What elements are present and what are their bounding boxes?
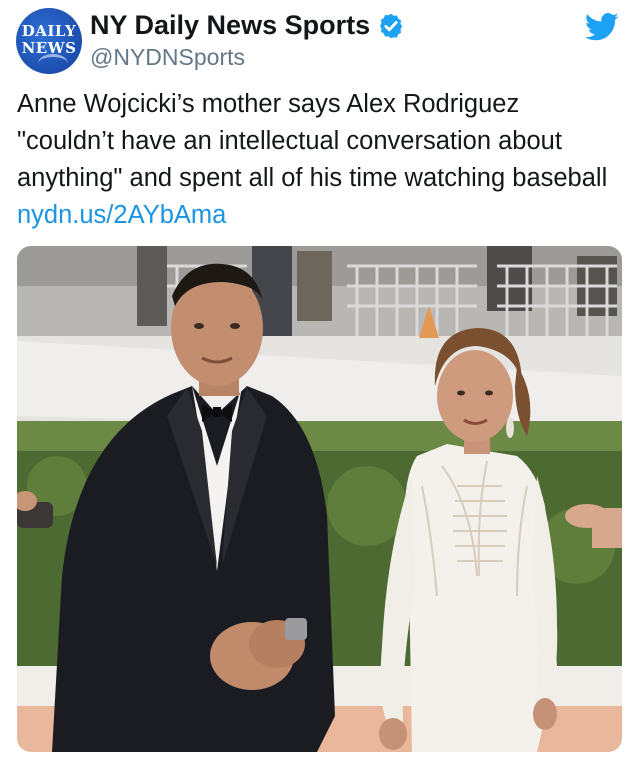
tweet-link[interactable]: nydn.us/2AYbAma [17,201,226,229]
account-handle[interactable]: @NYDNSports [90,44,245,71]
tweet-text: Anne Wojcicki’s mother says Alex Rodrigu… [17,86,623,234]
tweet-card: DAILY NEWS NY Daily News Sports @NYDNSpo… [0,0,631,762]
display-name[interactable]: NY Daily News Sports [90,10,370,41]
avatar-logo-line1: DAILY [21,22,77,40]
tweet-body: Anne Wojcicki’s mother says Alex Rodrigu… [17,90,608,192]
tweet-media-photo[interactable] [17,246,622,752]
photo-illustration [17,246,622,752]
verified-badge-icon [380,13,403,38]
avatar[interactable]: DAILY NEWS [16,8,82,74]
twitter-bird-icon[interactable] [585,12,619,42]
name-row: NY Daily News Sports [90,10,405,41]
avatar-swoosh [38,54,68,73]
